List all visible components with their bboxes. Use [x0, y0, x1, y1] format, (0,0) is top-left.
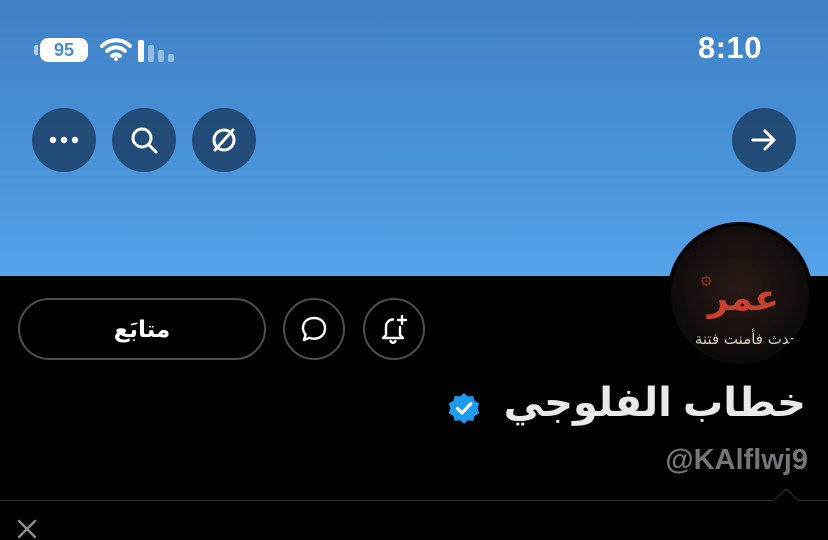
clock: 8:10: [697, 30, 762, 65]
avatar-text-small: حدث فأمنت فتنة: [695, 328, 799, 348]
back-button[interactable]: [732, 108, 796, 172]
username-handle: @KAlflwj9: [665, 444, 808, 476]
battery-indicator: 95: [34, 38, 88, 62]
divider: [0, 500, 828, 501]
wifi-icon: [100, 38, 132, 61]
status-bar: 95 8:10: [0, 0, 828, 100]
translate-toggle-button[interactable]: [192, 108, 256, 172]
more-horizontal-icon: [49, 136, 79, 144]
more-button[interactable]: [32, 108, 96, 172]
bell-plus-icon: [381, 314, 408, 345]
cellular-signal-icon: [138, 38, 178, 62]
avatar-text-large: عمر: [706, 278, 779, 319]
search-button[interactable]: [112, 108, 176, 172]
close-icon[interactable]: [16, 518, 38, 540]
verified-badge-icon: [448, 393, 480, 424]
avatar-image: ۞ عمر حدث فأمنت فتنة: [671, 226, 809, 364]
chat-bubble-icon: [301, 316, 327, 342]
notifications-button[interactable]: [363, 298, 425, 360]
circle-slash-icon: [212, 128, 236, 152]
caret-up-icon: [773, 488, 799, 502]
avatar[interactable]: ۞ عمر حدث فأمنت فتنة: [667, 222, 813, 368]
message-button[interactable]: [283, 298, 345, 360]
arrow-right-icon: [751, 129, 776, 151]
search-icon: [131, 127, 158, 154]
following-button[interactable]: متابَع: [18, 298, 266, 360]
display-name: خطاب الفلوجي: [503, 381, 806, 425]
